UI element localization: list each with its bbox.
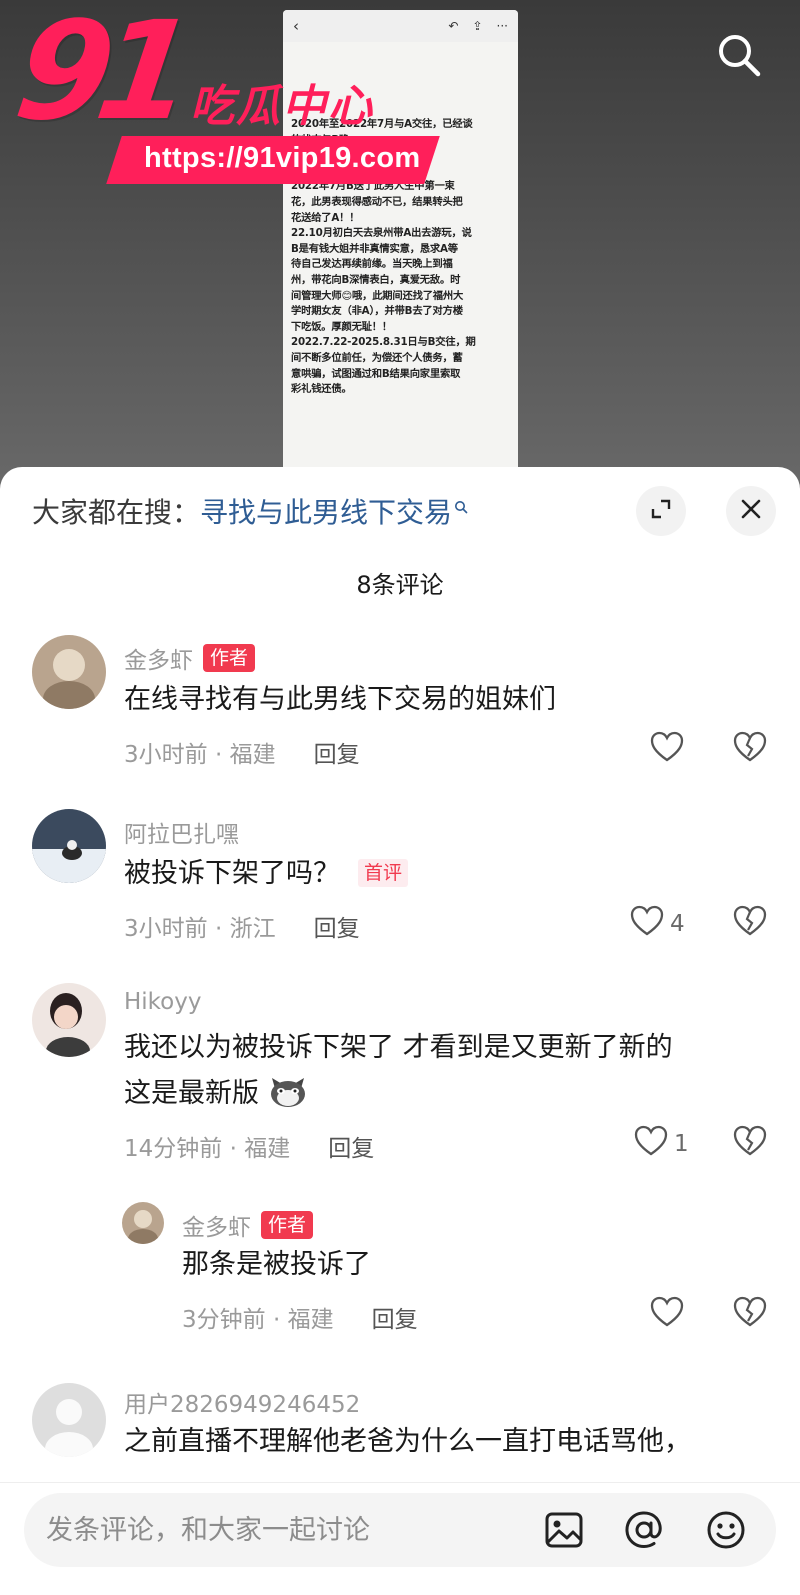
comment-input-bar: [0, 1482, 800, 1595]
undo-icon: ↶: [448, 19, 459, 33]
author-badge: 作者: [261, 1211, 314, 1239]
watermark-number: 91: [6, 0, 191, 151]
image-toolbar-actions: ↶ ⇪ ···: [448, 19, 508, 33]
username[interactable]: 金多虾: [182, 1208, 251, 1242]
close-icon: [740, 498, 762, 524]
comment-time-location: 14分钟前 · 福建: [124, 1136, 291, 1162]
media-viewer: ‹ ↶ ⇪ ··· 2020年至2022年7月与A交往，已经谈 的状态与B确 定…: [0, 0, 800, 500]
avatar[interactable]: [32, 983, 106, 1057]
close-button[interactable]: [726, 486, 776, 536]
watermark-logo: 91 吃瓜中心 https://91vip19.com: [7, 0, 444, 188]
comment-text-line: 这是最新版: [124, 1071, 673, 1123]
watermark-title: 吃瓜中心: [190, 81, 374, 132]
heart-icon: [650, 731, 684, 769]
small-search-icon: [454, 488, 468, 521]
comment-header: 阿拉巴扎嘿: [124, 815, 239, 849]
comment-meta: 3分钟前 · 福建 回复: [182, 1300, 418, 1334]
reply-button[interactable]: 回复: [314, 735, 360, 769]
comment-item: 阿拉巴扎嘿 被投诉下架了吗？ 首评 3小时前 · 浙江 回复 4: [0, 809, 800, 959]
share-icon: ⇪: [472, 19, 483, 33]
expand-icon: [650, 498, 672, 524]
avatar[interactable]: [32, 809, 106, 883]
reply-button[interactable]: 回复: [328, 1129, 374, 1163]
comment-header: 金多虾 作者: [182, 1208, 314, 1242]
like-button[interactable]: [650, 1296, 690, 1334]
image-icon[interactable]: [542, 1508, 586, 1552]
comment-input[interactable]: [46, 1493, 526, 1567]
comment-item: Hikoyy 我还以为被投诉下架了 才看到是又更新了新的 这是最新版 14分钟前…: [0, 983, 800, 1183]
comments-sheet: 大家都在搜： 寻找与此男线下交易 8条评论 金多虾 作者 在线寻找有与此男线下交…: [0, 467, 800, 1595]
heart-icon: [634, 1125, 668, 1163]
sheet-header: 大家都在搜： 寻找与此男线下交易: [0, 467, 800, 557]
search-icon[interactable]: [714, 30, 764, 80]
heart-icon: [630, 905, 664, 943]
cat-emoji-icon: [268, 1074, 308, 1123]
broken-heart-icon: [733, 905, 767, 941]
comment-header: 金多虾 作者: [124, 641, 256, 675]
comment-meta: 3小时前 · 浙江 回复: [124, 909, 360, 943]
comment-text-content: 被投诉下架了吗？: [124, 858, 340, 889]
author-badge: 作者: [203, 644, 256, 672]
reply-button[interactable]: 回复: [372, 1300, 418, 1334]
more-icon: ···: [496, 19, 508, 33]
username[interactable]: 阿拉巴扎嘿: [124, 815, 239, 849]
comment-time-location: 3小时前 · 福建: [124, 742, 276, 768]
comment-text-line-2: 这是最新版: [124, 1078, 259, 1109]
comment-text: 在线寻找有与此男线下交易的姐妹们: [124, 684, 556, 715]
broken-heart-icon: [733, 1296, 767, 1332]
comment-text: 那条是被投诉了: [182, 1249, 371, 1280]
emoji-icon[interactable]: [704, 1508, 748, 1552]
comment-item: 用户2826949246452 之前直播不理解他老爸为什么一直打电话骂他，: [0, 1383, 800, 1483]
dislike-button[interactable]: [733, 731, 767, 767]
reply-button[interactable]: 回复: [314, 909, 360, 943]
comment-time-location: 3小时前 · 浙江: [124, 916, 276, 942]
like-button[interactable]: [650, 731, 690, 769]
dislike-button[interactable]: [733, 1125, 767, 1161]
comment-text-line: 我还以为被投诉下架了 才看到是又更新了新的: [124, 1032, 673, 1063]
comment-count: 8条评论: [356, 571, 444, 599]
hot-search-link[interactable]: 大家都在搜： 寻找与此男线下交易: [32, 489, 468, 533]
at-icon[interactable]: [622, 1508, 666, 1552]
like-count: 4: [670, 911, 685, 937]
dislike-button[interactable]: [733, 1296, 767, 1332]
first-comment-badge: 首评: [358, 859, 409, 887]
reply-item: 金多虾 作者 那条是被投诉了 3分钟前 · 福建 回复: [0, 1202, 800, 1334]
comment-text: 我还以为被投诉下架了 才看到是又更新了新的 这是最新版: [124, 1025, 673, 1123]
username[interactable]: Hikoyy: [124, 989, 201, 1015]
like-button[interactable]: 4: [630, 905, 685, 943]
comment-item: 金多虾 作者 在线寻找有与此男线下交易的姐妹们 3小时前 · 福建 回复: [0, 635, 800, 785]
comment-meta: 3小时前 · 福建 回复: [124, 735, 360, 769]
username[interactable]: 用户2826949246452: [124, 1385, 360, 1419]
hot-search-prefix: 大家都在搜：: [32, 496, 201, 529]
like-button[interactable]: 1: [634, 1125, 689, 1163]
comment-header: Hikoyy: [124, 989, 201, 1015]
comment-header: 用户2826949246452: [124, 1385, 360, 1419]
broken-heart-icon: [733, 1125, 767, 1161]
like-count: 1: [674, 1131, 689, 1157]
heart-icon: [650, 1296, 684, 1334]
comment-text: 被投诉下架了吗？ 首评: [124, 851, 409, 897]
username[interactable]: 金多虾: [124, 641, 193, 675]
hot-search-term: 寻找与此男线下交易: [200, 496, 453, 529]
avatar[interactable]: [32, 1383, 106, 1457]
dislike-button[interactable]: [733, 905, 767, 941]
avatar[interactable]: [122, 1202, 164, 1244]
broken-heart-icon: [733, 731, 767, 767]
comment-meta: 14分钟前 · 福建 回复: [124, 1129, 374, 1163]
watermark-url: https://91vip19.com: [144, 142, 421, 174]
avatar[interactable]: [32, 635, 106, 709]
comment-time-location: 3分钟前 · 福建: [182, 1307, 334, 1333]
comment-text: 之前直播不理解他老爸为什么一直打电话骂他，: [124, 1426, 691, 1457]
comment-input-container: [24, 1493, 776, 1567]
expand-button[interactable]: [636, 486, 686, 536]
